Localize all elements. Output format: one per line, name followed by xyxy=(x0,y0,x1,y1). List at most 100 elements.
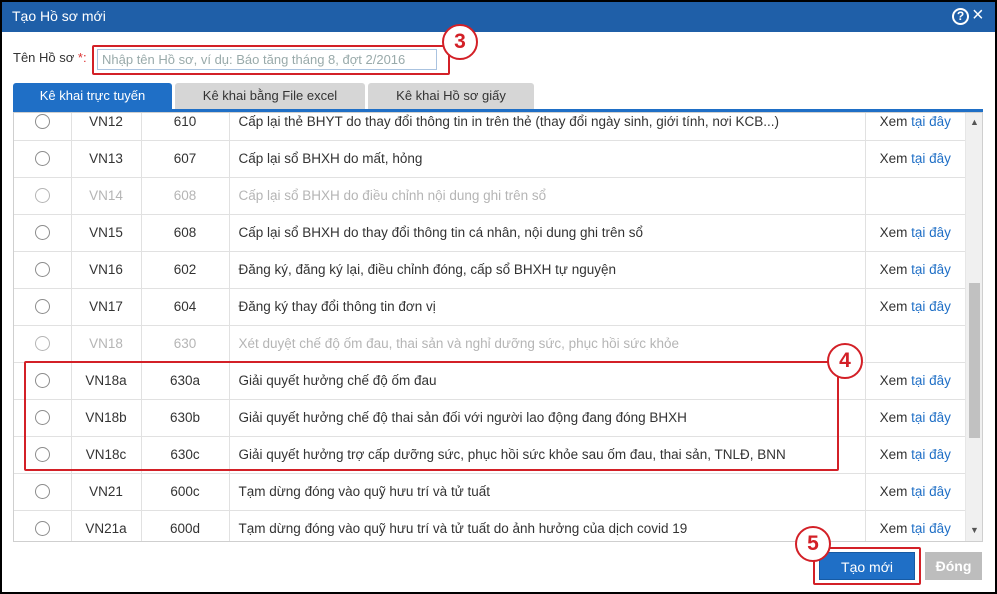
row-code: VN17 xyxy=(71,288,142,326)
row-description: Cấp lại sổ BHXH do mất, hỏng xyxy=(229,140,866,178)
scroll-down-icon[interactable]: ▼ xyxy=(970,525,979,535)
row-radio[interactable] xyxy=(34,114,50,130)
scroll-thumb[interactable] xyxy=(969,283,980,438)
row-view-label: Xem xyxy=(879,521,908,536)
row-view-link[interactable]: tại đây xyxy=(911,262,951,277)
row-view-cell: Xem tại đây xyxy=(865,399,965,437)
close-icon[interactable]: × xyxy=(972,4,984,27)
row-view-cell: Xem tại đây xyxy=(865,436,965,474)
row-code: VN16 xyxy=(71,251,142,289)
row-description: Tạm dừng đóng vào quỹ hưu trí và tử tuất xyxy=(229,473,866,511)
table-row[interactable]: VN13 607 Cấp lại sổ BHXH do mất, hỏng Xem t… xyxy=(14,140,965,178)
row-number: 610 xyxy=(141,113,230,141)
row-radio-cell[interactable] xyxy=(14,214,72,252)
close-button[interactable]: Đóng xyxy=(925,552,982,580)
row-number: 608 xyxy=(141,214,230,252)
callout-box-name-field xyxy=(92,45,450,75)
row-radio-cell[interactable] xyxy=(14,251,72,289)
row-description: Đăng ký, đăng ký lại, điều chỉnh đóng, c… xyxy=(229,251,866,289)
procedure-grid: VN12 610 Cấp lại thẻ BHYT do thay đổi thôn… xyxy=(13,112,983,542)
row-code: VN21a xyxy=(71,510,142,541)
dialog-title: Tạo Hồ sơ mới xyxy=(12,8,106,24)
row-view-cell: Xem tại đây xyxy=(865,510,965,541)
row-radio-cell[interactable] xyxy=(14,510,72,541)
row-view-label: Xem xyxy=(879,410,908,425)
row-view-cell: Xem tại đây xyxy=(865,113,965,141)
scroll-up-icon[interactable]: ▲ xyxy=(970,117,979,127)
row-view-cell: Xem tại đây xyxy=(865,288,965,326)
row-radio-cell[interactable] xyxy=(14,177,72,215)
row-view-cell: Xem tại đây xyxy=(865,362,965,400)
row-view-link[interactable]: tại đây xyxy=(911,373,951,388)
row-view-link[interactable]: tại đây xyxy=(911,410,951,425)
table-row[interactable]: VN16 602 Đăng ký, đăng ký lại, điều chỉnh … xyxy=(14,251,965,289)
row-view-link[interactable]: tại đây xyxy=(911,151,951,166)
row-code: VN13 xyxy=(71,140,142,178)
row-radio[interactable] xyxy=(34,484,50,500)
table-row[interactable]: VN14 608 Cấp lại sổ BHXH do điều chỉnh nội… xyxy=(14,177,965,215)
row-view-label: Xem xyxy=(879,373,908,388)
table-row[interactable]: VN18 630 Xét duyệt chế độ ốm đau, thai sản… xyxy=(14,325,965,363)
callout-box-selected-rows xyxy=(24,361,839,471)
row-view-label: Xem xyxy=(879,262,908,277)
row-code: VN14 xyxy=(71,177,142,215)
row-radio-cell[interactable] xyxy=(14,140,72,178)
row-number: 600d xyxy=(141,510,230,541)
row-code: VN21 xyxy=(71,473,142,511)
table-row[interactable]: VN17 604 Đăng ký thay đổi thông tin đơn vị… xyxy=(14,288,965,326)
row-description: Xét duyệt chế độ ốm đau, thai sản và ngh… xyxy=(229,325,866,363)
help-icon[interactable]: ? xyxy=(952,8,969,25)
row-view-link[interactable]: tại đây xyxy=(911,114,951,129)
vertical-scrollbar[interactable]: ▲ ▼ xyxy=(965,113,982,541)
row-view-label: Xem xyxy=(879,225,908,240)
row-description: Cấp lại sổ BHXH do điều chỉnh nội dung g… xyxy=(229,177,866,215)
row-radio[interactable] xyxy=(34,151,50,167)
row-view-link[interactable]: tại đây xyxy=(911,447,951,462)
row-view-link[interactable]: tại đây xyxy=(911,225,951,240)
callout-badge-4: 4 xyxy=(827,343,863,379)
required-mark: *: xyxy=(77,50,87,65)
row-radio[interactable] xyxy=(34,299,50,315)
callout-box-create-button xyxy=(813,547,921,585)
row-number: 602 xyxy=(141,251,230,289)
row-number: 604 xyxy=(141,288,230,326)
row-number: 608 xyxy=(141,177,230,215)
row-view-label: Xem xyxy=(879,447,908,462)
row-radio-cell[interactable] xyxy=(14,288,72,326)
tab-excel[interactable]: Kê khai bằng File excel xyxy=(175,83,365,109)
table-row[interactable]: VN12 610 Cấp lại thẻ BHYT do thay đổi thôn… xyxy=(14,113,965,141)
row-radio xyxy=(34,336,50,352)
table-row[interactable]: VN15 608 Cấp lại sổ BHXH do thay đổi thông… xyxy=(14,214,965,252)
row-view-cell: Xem tại đây xyxy=(865,214,965,252)
tab-online[interactable]: Kê khai trực tuyến xyxy=(13,83,172,109)
row-number: 600c xyxy=(141,473,230,511)
row-code: VN18 xyxy=(71,325,142,363)
row-view-label: Xem xyxy=(879,113,908,129)
name-label-text: Tên Hồ sơ xyxy=(13,50,75,65)
row-view-cell xyxy=(865,177,965,215)
row-radio-cell[interactable] xyxy=(14,325,72,363)
row-description: Tạm dừng đóng vào quỹ hưu trí và tử tuất… xyxy=(229,510,866,541)
tab-paper[interactable]: Kê khai Hồ sơ giấy xyxy=(368,83,534,109)
dialog-titlebar: Tạo Hồ sơ mới ? × xyxy=(2,2,995,32)
row-description: Cấp lại sổ BHXH do thay đổi thông tin cá… xyxy=(229,214,866,252)
row-radio[interactable] xyxy=(34,225,50,241)
row-view-label: Xem xyxy=(879,484,908,499)
row-view-link[interactable]: tại đây xyxy=(911,521,951,536)
row-radio[interactable] xyxy=(34,521,50,537)
row-radio[interactable] xyxy=(34,262,50,278)
row-view-link[interactable]: tại đây xyxy=(911,299,951,314)
row-code: VN12 xyxy=(71,113,142,141)
row-radio-cell[interactable] xyxy=(14,113,72,141)
callout-badge-5: 5 xyxy=(795,526,831,562)
row-radio-cell[interactable] xyxy=(14,473,72,511)
row-description: Cấp lại thẻ BHYT do thay đổi thông tin i… xyxy=(229,113,866,141)
table-row[interactable]: VN21 600c Tạm dừng đóng vào quỹ hưu trí và… xyxy=(14,473,965,511)
row-view-cell: Xem tại đây xyxy=(865,140,965,178)
row-radio xyxy=(34,188,50,204)
row-view-cell: Xem tại đây xyxy=(865,251,965,289)
row-description: Đăng ký thay đổi thông tin đơn vị xyxy=(229,288,866,326)
row-view-link[interactable]: tại đây xyxy=(911,484,951,499)
row-view-label: Xem xyxy=(879,151,908,166)
row-view-label: Xem xyxy=(879,299,908,314)
